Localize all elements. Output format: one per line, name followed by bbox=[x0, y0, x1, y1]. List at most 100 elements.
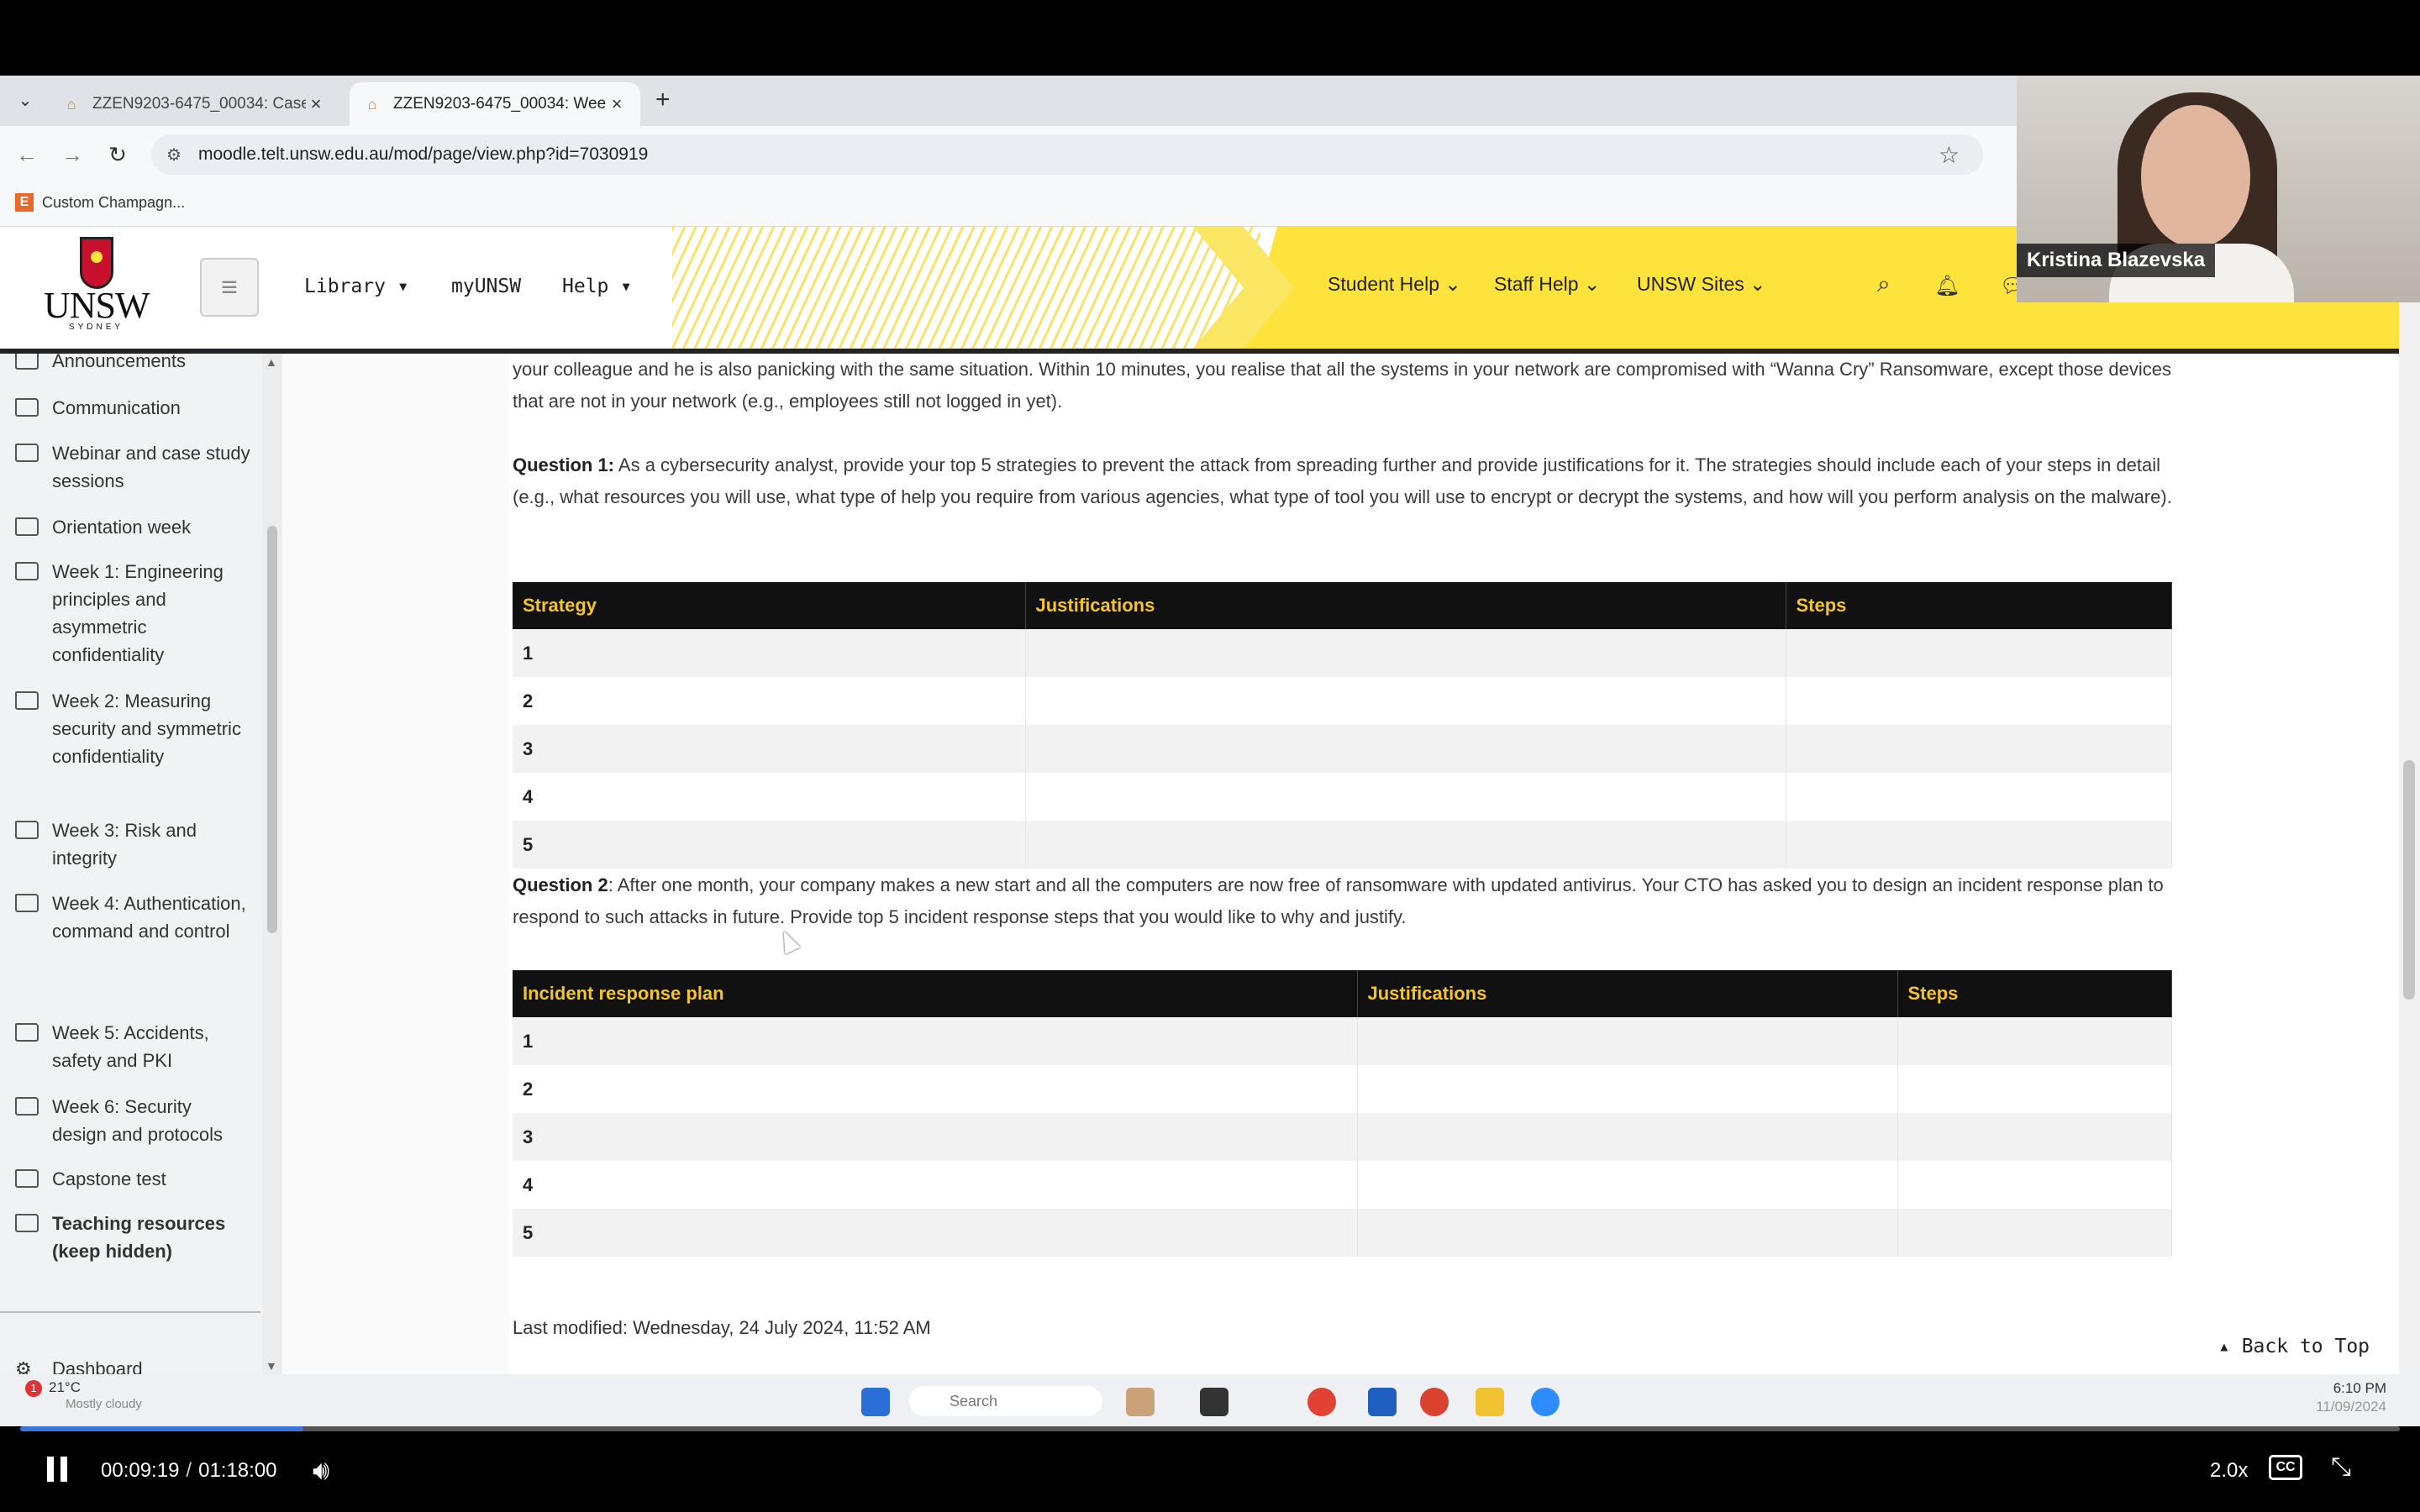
forward-arrow-icon[interactable]: → bbox=[57, 139, 87, 170]
tab-list-button[interactable]: ⌄ bbox=[12, 87, 39, 114]
captions-button[interactable]: CC bbox=[2269, 1455, 2302, 1480]
folder-icon bbox=[15, 517, 39, 536]
tab-title: ZZEN9203-6475_00034: Case St bbox=[92, 95, 306, 113]
sidebar-item-week-5[interactable]: Week 5: Accidents, safety and PKI bbox=[15, 1019, 250, 1074]
table-row: 1 bbox=[513, 629, 2172, 677]
table-header-strategy: Strategy bbox=[513, 582, 1026, 629]
back-to-top-link[interactable]: ▴ Back to Top bbox=[2218, 1336, 2370, 1357]
folder-icon bbox=[15, 562, 39, 580]
browser-tab-active[interactable]: ⌂ ZZEN9203-6475_00034: Week 3 × bbox=[350, 82, 640, 126]
folder-icon bbox=[15, 894, 39, 912]
reload-icon[interactable]: ↻ bbox=[103, 139, 133, 170]
file-explorer-icon[interactable] bbox=[1476, 1388, 1504, 1416]
presenter-webcam: Kristina Blazevska bbox=[2017, 76, 2420, 302]
task-view-icon[interactable] bbox=[1200, 1388, 1228, 1416]
table-row: 5 bbox=[513, 1209, 2172, 1257]
sidebar-item-week-6[interactable]: Week 6: Security design and protocols bbox=[15, 1093, 250, 1148]
table-row: 3 bbox=[513, 725, 2172, 773]
incident-response-table: Incident response plan Justifications St… bbox=[513, 970, 2172, 1257]
scrollbar-thumb[interactable] bbox=[267, 526, 277, 933]
sidebar-scrollbar[interactable]: ▲ ▼ bbox=[262, 354, 282, 1374]
sidebar-item-week-3[interactable]: Week 3: Risk and integrity bbox=[15, 816, 250, 872]
etsy-icon: E bbox=[15, 193, 34, 212]
playback-speed-button[interactable]: 2.0x bbox=[2210, 1459, 2248, 1483]
chrome-icon[interactable] bbox=[1307, 1388, 1336, 1416]
back-arrow-icon[interactable]: ← bbox=[12, 139, 42, 170]
outlook-icon[interactable] bbox=[1368, 1388, 1397, 1416]
pause-button[interactable] bbox=[47, 1457, 69, 1482]
sidebar-item-orientation[interactable]: Orientation week bbox=[15, 513, 250, 541]
windows-taskbar: 1 21°C Mostly cloudy Search 6:10 PM 11/09… bbox=[0, 1374, 2420, 1426]
question-1: Question 1: As a cybersecurity analyst, … bbox=[513, 454, 2172, 507]
presenter-face bbox=[2141, 105, 2250, 248]
page-content: your colleague and he is also panicking … bbox=[282, 354, 2399, 1374]
sidebar-item-week-2[interactable]: Week 2: Measuring security and symmetric… bbox=[15, 687, 250, 770]
site-settings-icon[interactable]: ⚙ bbox=[166, 144, 182, 165]
folder-icon bbox=[15, 1023, 39, 1042]
scroll-up-icon[interactable]: ▲ bbox=[266, 355, 277, 369]
nav-staff-help[interactable]: Staff Help ⌄ bbox=[1494, 273, 1600, 296]
content-margin bbox=[282, 354, 509, 1374]
nav-myunsw[interactable]: myUNSW bbox=[451, 276, 521, 297]
page-scrollbar[interactable] bbox=[2399, 227, 2420, 1374]
sidebar-divider bbox=[0, 1311, 260, 1313]
tab-close-icon[interactable]: × bbox=[306, 93, 326, 115]
course-index-sidebar: Announcements Communication Webinar and … bbox=[0, 354, 262, 1374]
bell-icon[interactable]: 🔔︎ bbox=[1934, 274, 1960, 298]
sidebar-item-week-4[interactable]: Week 4: Authentication, command and cont… bbox=[15, 890, 250, 945]
header-pattern bbox=[672, 227, 1260, 349]
widgets-icon[interactable] bbox=[1126, 1388, 1155, 1416]
sidebar-dashboard-link[interactable]: ⚙ Dashboard bbox=[15, 1358, 143, 1374]
new-tab-icon[interactable]: + bbox=[655, 86, 671, 114]
table-header-justifications: Justifications bbox=[1025, 582, 1786, 629]
table-row: 3 bbox=[513, 1113, 2172, 1161]
search-icon[interactable]: ⌕ bbox=[1877, 270, 1891, 298]
url-text[interactable]: moodle.telt.unsw.edu.au/mod/page/view.ph… bbox=[198, 144, 648, 165]
url-omnibox[interactable]: ⚙ moodle.telt.unsw.edu.au/mod/page/view.… bbox=[151, 134, 1983, 175]
zoom-icon[interactable] bbox=[1531, 1388, 1560, 1416]
sidebar-item-announcements[interactable]: Announcements bbox=[15, 354, 250, 375]
menu-toggle-button[interactable]: ≡ bbox=[200, 258, 259, 317]
taskbar-clock[interactable]: 6:10 PM 11/09/2024 bbox=[2316, 1379, 2386, 1416]
bookmark-star-icon[interactable]: ☆ bbox=[1939, 141, 1960, 169]
unsw-logo[interactable]: UNSW SYDNEY bbox=[44, 237, 150, 338]
nav-student-help[interactable]: Student Help ⌄ bbox=[1328, 273, 1461, 296]
sidebar-item-week-1[interactable]: Week 1: Engineering principles and asymm… bbox=[15, 558, 250, 669]
tab-close-icon[interactable]: × bbox=[607, 93, 627, 115]
exit-fullscreen-icon[interactable]: ⤡ bbox=[2331, 1453, 2351, 1482]
table-row: 1 bbox=[513, 1017, 2172, 1065]
weather-widget[interactable]: 1 21°C Mostly cloudy bbox=[25, 1379, 142, 1411]
table-header-incident-plan: Incident response plan bbox=[513, 970, 1358, 1017]
folder-icon bbox=[15, 1214, 39, 1232]
table-row: 5 bbox=[513, 821, 2172, 869]
nav-unsw-sites[interactable]: UNSW Sites ⌄ bbox=[1637, 273, 1765, 296]
nav-library[interactable]: Library ▾ bbox=[304, 276, 409, 297]
volume-icon[interactable]: 🔊︎ bbox=[313, 1455, 329, 1487]
question-2: Question 2: After one month, your compan… bbox=[513, 874, 2164, 927]
notification-badge: 1 bbox=[25, 1380, 42, 1397]
table-row: 2 bbox=[513, 677, 2172, 725]
windows-start-icon[interactable] bbox=[861, 1388, 890, 1416]
table-header-steps: Steps bbox=[1786, 582, 2172, 629]
table-row: 2 bbox=[513, 1065, 2172, 1113]
video-controls: 00:09:19/01:18:00 🔊︎ 2.0x CC ⤡ bbox=[0, 1431, 2420, 1512]
chrome-profile-icon[interactable] bbox=[1420, 1388, 1449, 1416]
nav-help[interactable]: Help ▾ bbox=[562, 276, 632, 297]
folder-icon bbox=[15, 1169, 39, 1188]
bookmark-item[interactable]: E Custom Champagn... bbox=[15, 193, 185, 212]
sidebar-item-webinar[interactable]: Webinar and case study sessions bbox=[15, 439, 250, 495]
sidebar-item-teaching-resources[interactable]: Teaching resources (keep hidden) bbox=[15, 1210, 250, 1265]
table-row: 4 bbox=[513, 1161, 2172, 1209]
table-row: 4 bbox=[513, 773, 2172, 821]
bookmark-label: Custom Champagn... bbox=[42, 193, 186, 211]
moodle-favicon-icon: ⌂ bbox=[66, 96, 76, 113]
strategy-table: Strategy Justifications Steps 1 2 3 4 5 bbox=[513, 582, 2172, 869]
scrollbar-thumb[interactable] bbox=[2403, 760, 2415, 1000]
taskbar-search[interactable]: Search bbox=[909, 1386, 1102, 1416]
scroll-down-icon[interactable]: ▼ bbox=[266, 1359, 277, 1373]
video-time: 00:09:19/01:18:00 bbox=[101, 1459, 277, 1482]
sidebar-item-communication[interactable]: Communication bbox=[15, 394, 250, 422]
table-header-justifications: Justifications bbox=[1357, 970, 1898, 1017]
browser-tab[interactable]: ⌂ ZZEN9203-6475_00034: Case St × bbox=[49, 82, 339, 126]
sidebar-item-capstone[interactable]: Capstone test bbox=[15, 1165, 250, 1193]
